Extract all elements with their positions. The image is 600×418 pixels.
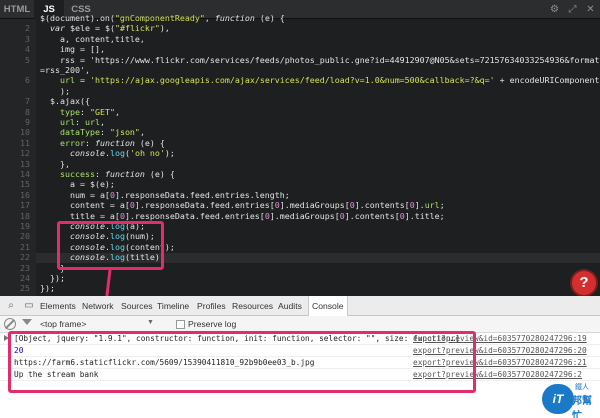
- watermark-text: 邦幫忙: [572, 396, 592, 418]
- code-line[interactable]: type: "GET",: [40, 107, 120, 117]
- code-line[interactable]: console.log('oh no');: [40, 148, 175, 158]
- devtools-tab-network[interactable]: Network: [82, 296, 114, 316]
- code-editor[interactable]: HTML JS CSS ⚙ ⤢ ✕ 2 3 4 5 6 7 8 9 10 11 12 13 14 15 16…: [0, 0, 600, 296]
- expand-icon[interactable]: ⤢: [566, 3, 579, 16]
- devtools-tab-timeline[interactable]: Timeline: [157, 296, 189, 316]
- filter-icon[interactable]: [22, 319, 32, 325]
- code-line[interactable]: var $ele = $("#flickr"),: [40, 23, 170, 33]
- watermark-sub: 鐵人: [575, 384, 589, 391]
- code-line[interactable]: =rss_200',: [40, 65, 90, 75]
- watermark-logo: iT 鐵人 邦幫忙: [542, 382, 598, 418]
- console-log-highlight-box: [57, 221, 164, 270]
- device-icon[interactable]: ▭: [22, 299, 36, 313]
- devtools-tab-console[interactable]: Console: [308, 296, 348, 316]
- help-button[interactable]: ?: [572, 271, 596, 295]
- preserve-log-checkbox[interactable]: [176, 320, 185, 329]
- clear-console-icon[interactable]: [4, 318, 16, 330]
- code-line[interactable]: url: url,: [40, 117, 105, 127]
- tab-html[interactable]: HTML: [2, 0, 32, 19]
- code-line[interactable]: title = a[0].responseData.feed.entries[0…: [40, 211, 445, 221]
- code-line[interactable]: img = [],: [40, 44, 105, 54]
- code-line[interactable]: },: [40, 159, 70, 169]
- code-line[interactable]: error: function (e) {: [40, 138, 165, 148]
- settings-icon[interactable]: ⚙: [548, 3, 561, 16]
- code-line[interactable]: a, content,title,: [40, 34, 145, 44]
- code-line[interactable]: num = a[0].responseData.feed.entries.len…: [40, 190, 290, 200]
- code-line[interactable]: );: [40, 86, 70, 96]
- close-icon[interactable]: ✕: [584, 3, 597, 16]
- inspect-icon[interactable]: ⌕: [4, 299, 18, 313]
- code-line[interactable]: content = a[0].responseData.feed.entries…: [40, 200, 445, 210]
- code-line[interactable]: $.ajax({: [40, 96, 90, 106]
- ithome-logo: iT: [542, 384, 574, 414]
- code-line[interactable]: rss = 'https://www.flickr.com/services/f…: [40, 55, 600, 65]
- code-line[interactable]: dataType: "json",: [40, 127, 145, 137]
- frame-select[interactable]: <top frame>: [40, 318, 86, 331]
- code-line[interactable]: });: [40, 283, 55, 293]
- console-output-highlight-box: [8, 331, 476, 393]
- preserve-log-label: Preserve log: [188, 319, 237, 329]
- chevron-down-icon[interactable]: ▼: [147, 319, 154, 326]
- devtools-tab-elements[interactable]: Elements: [40, 296, 76, 316]
- code-line[interactable]: });: [40, 273, 65, 283]
- devtools-tab-profiles[interactable]: Profiles: [197, 296, 226, 316]
- devtools-tab-sources[interactable]: Sources: [121, 296, 153, 316]
- code-line[interactable]: url = 'https://ajax.googleapis.com/ajax/…: [40, 75, 600, 85]
- code-line[interactable]: success: function (e) {: [40, 169, 175, 179]
- devtools-tab-resources[interactable]: Resources: [232, 296, 273, 316]
- devtools-tab-audits[interactable]: Audits: [278, 296, 302, 316]
- code-line[interactable]: $(document).on("gnComponentReady", funct…: [40, 13, 285, 23]
- code-line[interactable]: a = $(e);: [40, 179, 115, 189]
- devtools-toolbar: ⌕ ▭ Elements Network Sources Timeline Profil…: [0, 296, 600, 316]
